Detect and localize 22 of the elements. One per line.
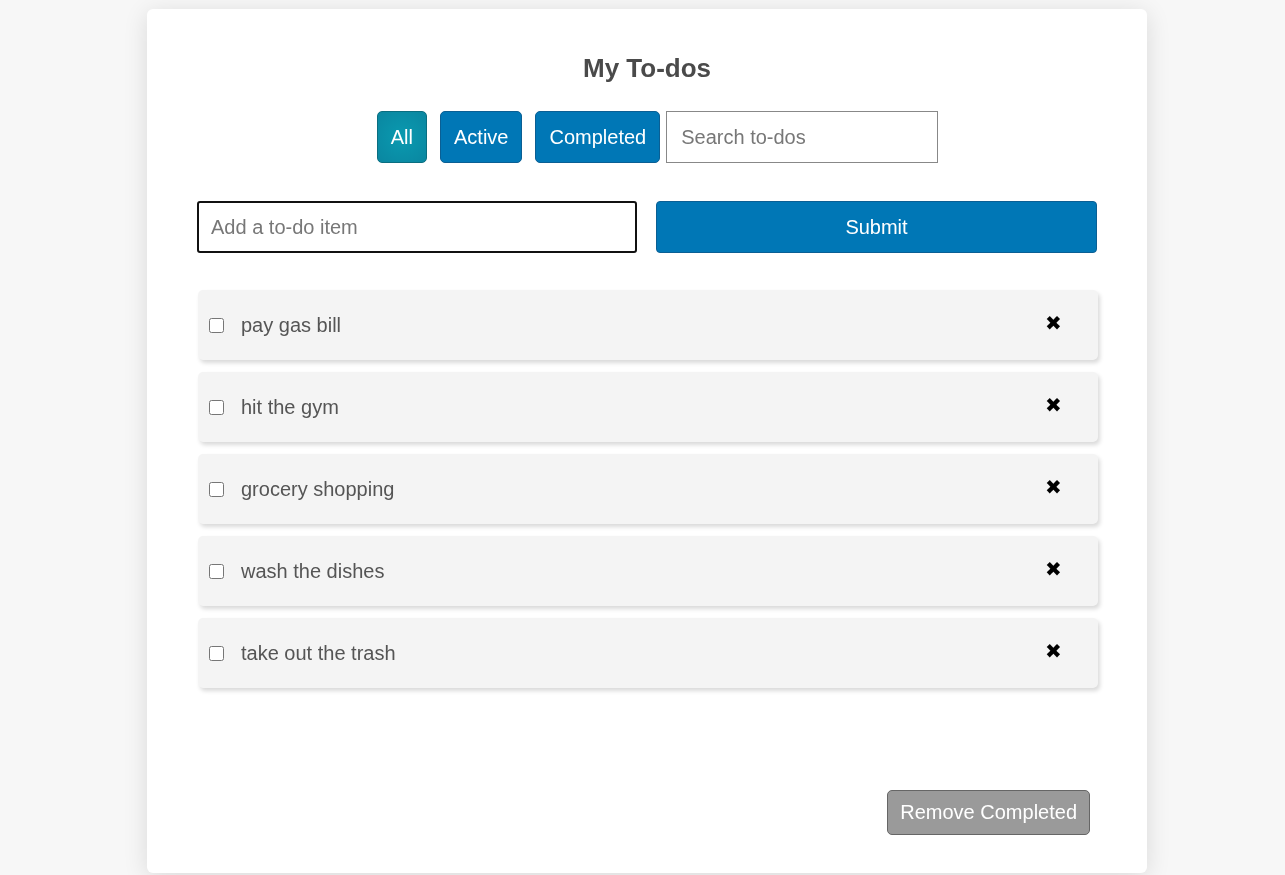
filter-tab[interactable]: All — [376, 111, 427, 163]
todo-checkbox[interactable] — [209, 645, 224, 661]
todo-text: pay gas bill — [241, 313, 343, 337]
search-field[interactable]: Search to-dos — [666, 111, 939, 163]
delete-button[interactable]: ✖ — [1041, 639, 1066, 663]
app-title: My To-dos — [581, 52, 713, 85]
todo-checkbox[interactable] — [209, 317, 224, 333]
add-todo-field[interactable]: Add a to-do item — [197, 201, 637, 253]
todo-text: take out the trash — [241, 641, 397, 665]
delete-button[interactable]: ✖ — [1041, 475, 1066, 499]
todo-checkbox[interactable] — [209, 563, 224, 579]
filter-tab[interactable]: Active — [440, 111, 523, 163]
todo-text: grocery shopping — [241, 477, 396, 501]
todo-text: wash the dishes — [241, 559, 386, 583]
filter-tab[interactable]: Completed — [535, 111, 661, 163]
delete-button[interactable]: ✖ — [1041, 311, 1066, 335]
submit-button[interactable]: Submit — [656, 201, 1097, 253]
todo-checkbox[interactable] — [209, 481, 224, 497]
delete-button[interactable]: ✖ — [1041, 393, 1066, 417]
todo-text: hit the gym — [241, 395, 340, 419]
delete-button[interactable]: ✖ — [1041, 557, 1066, 581]
todo-checkbox[interactable] — [209, 399, 224, 415]
